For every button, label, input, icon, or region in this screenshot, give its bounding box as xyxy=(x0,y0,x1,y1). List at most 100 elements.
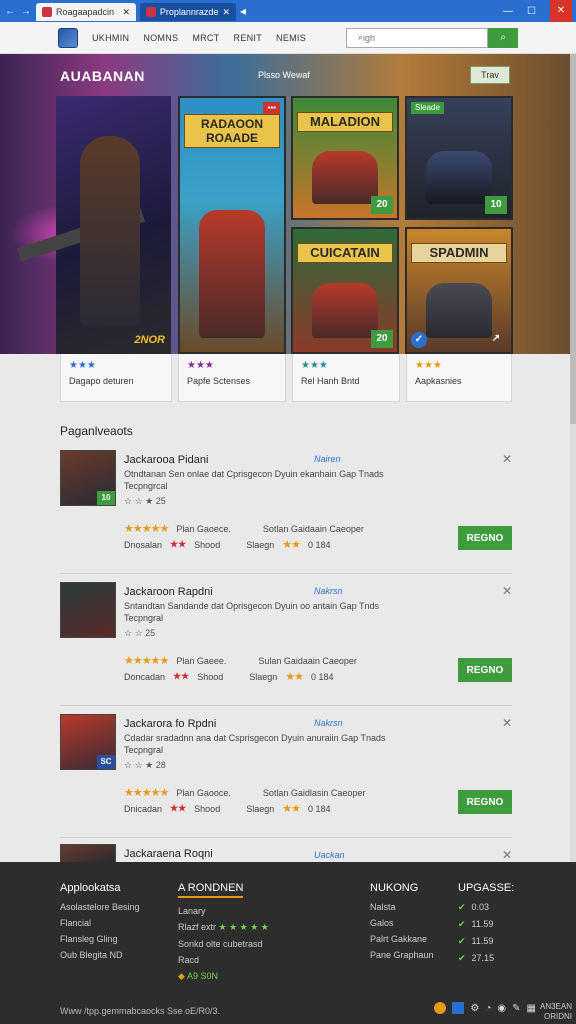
hero-button[interactable]: Trav xyxy=(470,66,510,84)
footer-link[interactable]: Asolastelore Besing xyxy=(60,902,140,912)
footer-link[interactable]: Palrt Gakkane xyxy=(370,934,434,944)
game-card-title: MALADION xyxy=(297,112,393,132)
game-category[interactable]: Nairen xyxy=(314,454,341,464)
maximize-icon[interactable]: ☐ xyxy=(527,6,536,17)
site-logo[interactable] xyxy=(58,27,78,48)
rating-stars: ★★★ xyxy=(301,360,328,371)
game-title[interactable]: Jackarooa Pidani xyxy=(124,454,208,466)
footer-heading: NUKONG xyxy=(370,882,419,894)
game-description: Cdadar sradadnn ana dat Csprisgecon Dyui… xyxy=(124,733,386,755)
game-title[interactable]: Jackaroon Rapdni xyxy=(124,586,213,598)
site-footer: Applookatsa Asolastelore Besing Flancial… xyxy=(0,862,576,1024)
rating-stars: ★ ★ ★ ★ ★ xyxy=(218,922,269,932)
star-icon: ★★ xyxy=(170,539,187,549)
grid-icon[interactable]: ▦ xyxy=(527,1003,536,1014)
window-close-icon[interactable]: ✕ xyxy=(550,0,572,22)
site-header: UKHMIN NOMNS MRCT RENIT NEMIS ⌕ ⌕ xyxy=(0,22,576,54)
game-category[interactable]: Nakrsn xyxy=(314,718,343,728)
back-icon[interactable]: ← xyxy=(4,6,16,17)
scrollbar-thumb[interactable] xyxy=(570,54,576,424)
settings-icon[interactable]: ⚙ xyxy=(470,1003,479,1014)
tab-label: Roagaapadcin xyxy=(56,7,115,17)
game-card-title: CUICATAIN xyxy=(297,243,393,263)
search-button[interactable]: ⌕ xyxy=(488,27,518,48)
game-card-score: 20 xyxy=(371,196,393,214)
game-card-art-1[interactable]: ▪▪▪ RADAOON ROAADE xyxy=(178,96,286,354)
footer-link[interactable]: Nalsta xyxy=(370,902,434,912)
game-thumbnail[interactable] xyxy=(60,844,116,862)
close-icon[interactable]: ✕ xyxy=(502,584,512,598)
game-thumbnail[interactable] xyxy=(60,582,116,638)
game-card-score: 10 xyxy=(485,196,507,214)
nav-link-3[interactable]: MRCT xyxy=(192,33,219,43)
card-info-1[interactable]: ★★★ Dagapo deturen xyxy=(60,354,172,402)
hero-banner: AUABANAN Plsso Wewaf Trav 2NOR ▪▪▪ RADAO… xyxy=(0,54,576,354)
rating-stars: ★★★★★ xyxy=(124,655,169,667)
game-category[interactable]: Uackan xyxy=(314,850,345,860)
footer-link[interactable]: Galos xyxy=(370,918,434,928)
globe-icon[interactable] xyxy=(434,1002,447,1014)
game-card-art-4[interactable]: CUICATAIN 20 xyxy=(291,227,399,354)
minimize-icon[interactable]: — xyxy=(503,6,513,17)
close-tab-icon[interactable]: ✕ xyxy=(122,7,130,18)
search-input[interactable] xyxy=(346,27,488,48)
list-item: SC Jackarora fo Rpdni Nakrsn ✕ Cdadar sr… xyxy=(60,714,512,838)
card-info-4[interactable]: ★★★ Aapkasnies xyxy=(406,354,512,402)
check-icon: ✔ xyxy=(458,953,466,963)
share-icon[interactable]: ◔ xyxy=(485,1003,491,1014)
footer-link[interactable]: Pane Graphaun xyxy=(370,950,434,960)
hero-featured-art[interactable]: 2NOR xyxy=(17,96,171,354)
rating-stars: ★★★ xyxy=(69,360,96,371)
browser-tab[interactable]: Proplannrazde ✕ xyxy=(140,3,236,21)
info-icon: ✓ xyxy=(411,332,427,348)
nav-link-1[interactable]: UKHMIN xyxy=(92,33,129,43)
game-card-art-2[interactable]: MALADION 20 xyxy=(291,96,399,220)
hero-badge: 2NOR xyxy=(134,334,165,346)
edit-icon[interactable]: ✎ xyxy=(512,1003,520,1014)
close-icon[interactable]: ✕ xyxy=(502,848,512,862)
hero-title: AUABANAN xyxy=(60,68,145,84)
game-title[interactable]: Jackarora fo Rpdni xyxy=(124,718,216,730)
download-button[interactable]: REGNO xyxy=(458,790,512,814)
nav-link-2[interactable]: NOMNS xyxy=(143,33,178,43)
rating-stars: ★★★★★ xyxy=(124,787,169,799)
game-card-title: SPADMIN xyxy=(411,243,507,263)
social-stats: ☆ ☆ ★ 28 xyxy=(124,760,166,770)
close-tab-icon[interactable]: ✕ xyxy=(222,7,230,18)
forward-icon[interactable]: → xyxy=(20,6,32,17)
browser-chrome: ← → Roagaapadcin ✕ Proplannrazde ✕ ◂ — ☐… xyxy=(0,0,576,22)
card-label: Aapkasnies xyxy=(415,376,462,386)
list-item: 10 Jackarooa Pidani Nairen ✕ Otndtanan S… xyxy=(60,450,512,574)
copyright: Www /tpp.gemmabcaocks Sse oE/R0/3. xyxy=(60,1006,221,1016)
app-icon[interactable] xyxy=(452,1002,465,1014)
footer-link[interactable]: Flansleg Gling xyxy=(60,934,140,944)
check-icon: ✔ xyxy=(458,936,466,946)
game-thumbnail[interactable]: SC xyxy=(60,714,116,770)
game-card-tag: Sleade xyxy=(411,102,444,114)
nav-link-4[interactable]: RENIT xyxy=(234,33,263,43)
close-icon[interactable]: ✕ xyxy=(502,716,512,730)
card-info-2[interactable]: ★★★ Papfe Sctenses xyxy=(178,354,286,402)
browser-tab-active[interactable]: Roagaapadcin ✕ xyxy=(36,3,136,21)
scrollbar[interactable] xyxy=(570,54,576,862)
footer-col-about: A RONDNEN Lanary Rlazf extr ★ ★ ★ ★ ★ So… xyxy=(178,882,269,981)
card-info-3[interactable]: ★★★ Rel Hanh Bntd xyxy=(292,354,400,402)
footer-link[interactable]: Oub Blegita ND xyxy=(60,950,140,960)
game-description: Otndtanan Sen onlae dat Cprisgecon Dyuin… xyxy=(124,469,384,491)
footer-meta: AN3EAN ORIDNI xyxy=(539,1002,572,1021)
download-button[interactable]: REGNO xyxy=(458,526,512,550)
user-icon[interactable]: ◉ xyxy=(497,1003,506,1014)
game-card-art-3[interactable]: Sleade 10 xyxy=(405,96,513,220)
game-thumbnail[interactable]: 10 xyxy=(60,450,116,506)
game-title[interactable]: Jackaraena Roqni xyxy=(124,848,213,860)
nav-link-5[interactable]: NEMIS xyxy=(276,33,306,43)
game-card-art-5[interactable]: SPADMIN ✓ ↗ xyxy=(405,227,513,354)
footer-link[interactable]: Flancial xyxy=(60,918,140,928)
star-icon: ★★ xyxy=(170,803,187,813)
new-tab-icon[interactable]: ◂ xyxy=(240,4,246,18)
close-icon[interactable]: ✕ xyxy=(502,452,512,466)
download-button[interactable]: REGNO xyxy=(458,658,512,682)
card-label: Rel Hanh Bntd xyxy=(301,376,360,386)
game-category[interactable]: Nakrsn xyxy=(314,586,343,596)
game-card-score: 20 xyxy=(371,330,393,348)
